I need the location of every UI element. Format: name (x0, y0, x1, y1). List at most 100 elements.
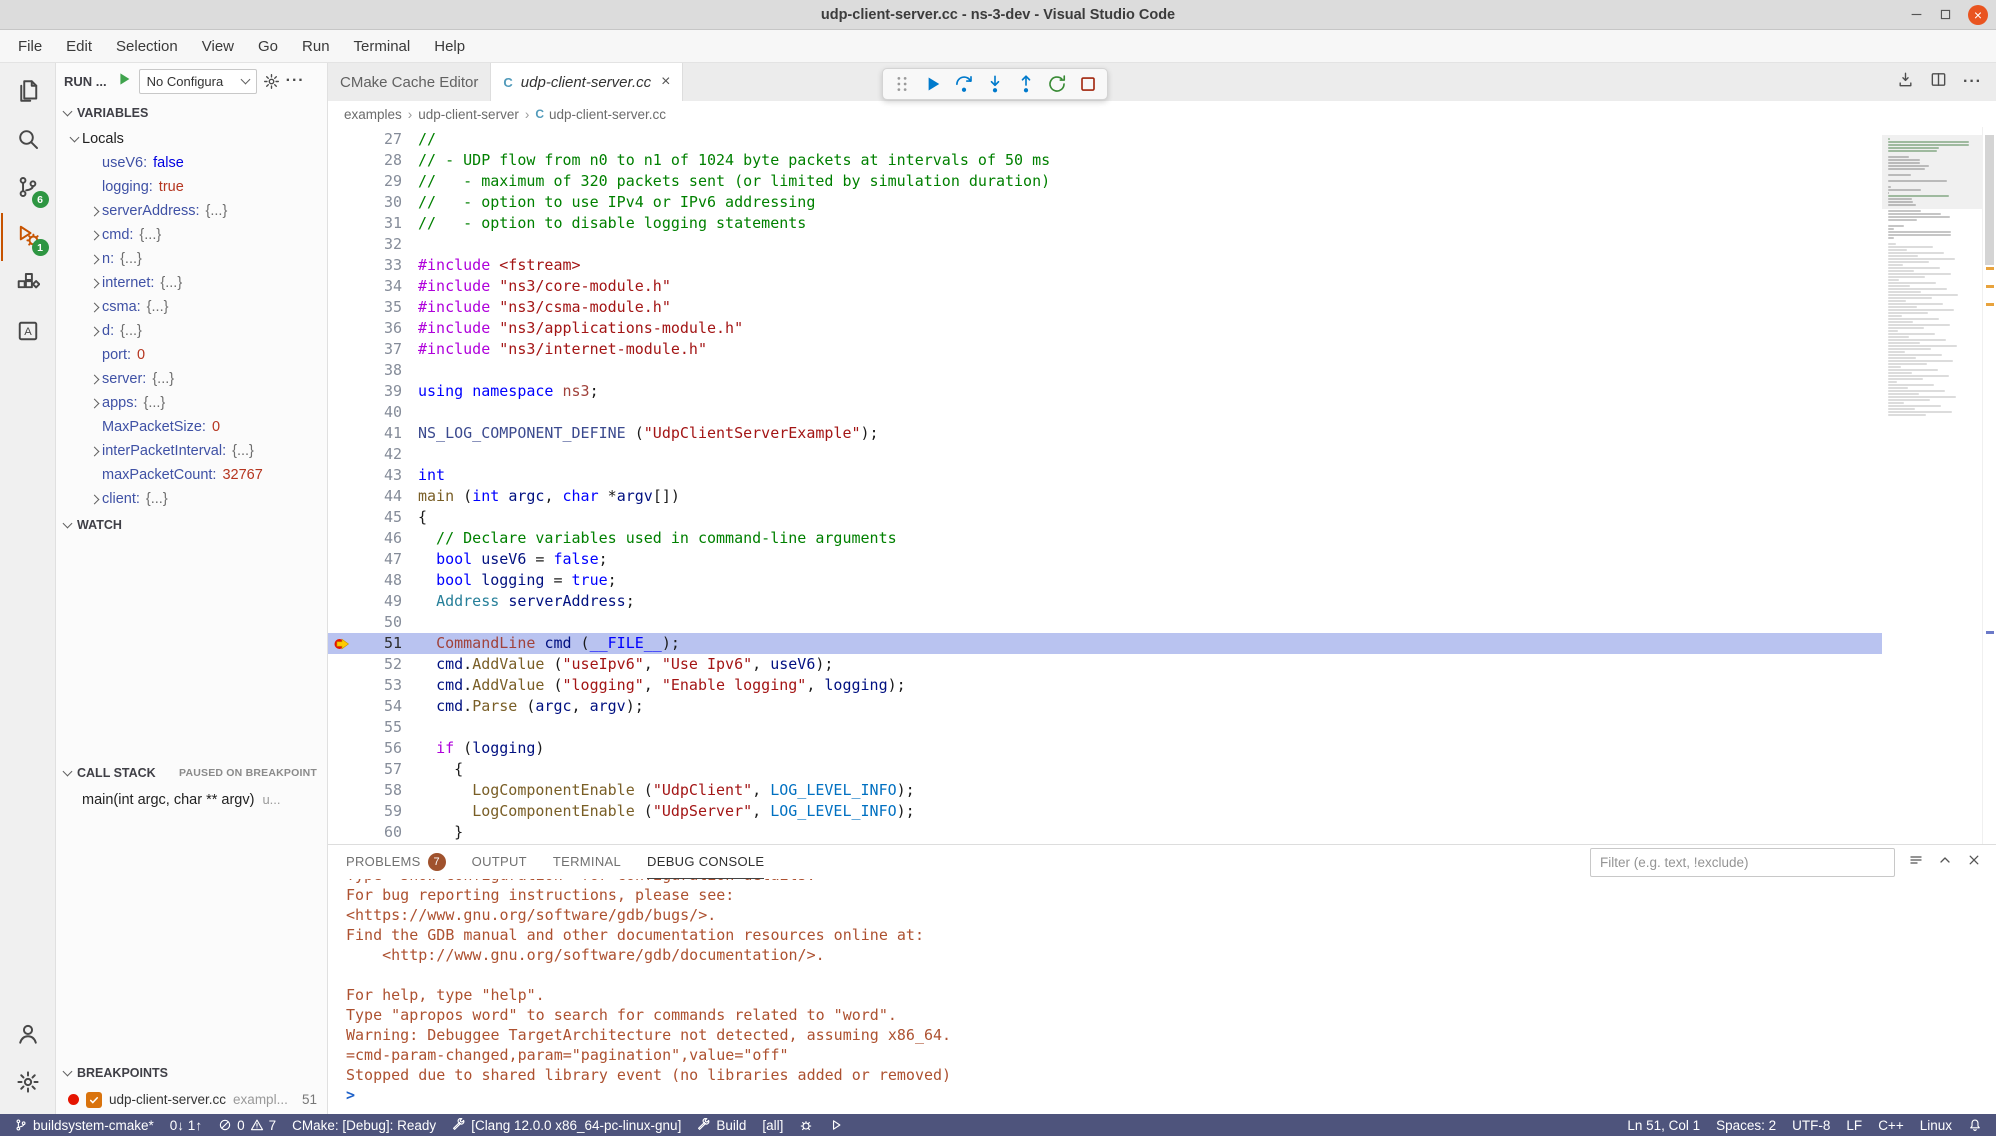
code-line[interactable]: 55 (328, 717, 1882, 738)
gutter-glyph[interactable] (328, 717, 358, 738)
notifications-bell[interactable] (1960, 1114, 1990, 1136)
line-number[interactable]: 53 (358, 675, 402, 696)
line-number[interactable]: 39 (358, 381, 402, 402)
variable-row[interactable]: serverAddress:{...} (56, 199, 327, 223)
line-number[interactable]: 46 (358, 528, 402, 549)
tab-udp-client-server-cc[interactable]: Cudp-client-server.cc× (491, 63, 683, 101)
variable-row[interactable]: cmd:{...} (56, 223, 327, 247)
twisty-right[interactable] (86, 280, 102, 287)
line-number[interactable]: 45 (358, 507, 402, 528)
gutter-glyph[interactable] (328, 402, 358, 423)
code-line[interactable]: 59 LogComponentEnable ("UdpServer", LOG_… (328, 801, 1882, 822)
code-line[interactable]: 37#include "ns3/internet-module.h" (328, 339, 1882, 360)
eol[interactable]: LF (1838, 1114, 1870, 1136)
step-out-button[interactable] (1016, 74, 1036, 94)
variable-row[interactable]: port:0 (56, 343, 327, 367)
panel-tab-debug-console[interactable]: DEBUG CONSOLE (647, 845, 764, 879)
gutter-glyph[interactable] (328, 171, 358, 192)
line-number[interactable]: 49 (358, 591, 402, 612)
variable-row[interactable]: interPacketInterval:{...} (56, 439, 327, 463)
gutter-glyph[interactable] (328, 234, 358, 255)
twisty-right[interactable] (86, 376, 102, 383)
menu-view[interactable]: View (190, 30, 246, 62)
menu-terminal[interactable]: Terminal (342, 30, 423, 62)
scrollbar-handle[interactable] (1985, 135, 1994, 265)
line-number[interactable]: 32 (358, 234, 402, 255)
menu-go[interactable]: Go (246, 30, 290, 62)
twisty-down[interactable] (66, 137, 82, 141)
gutter-glyph[interactable] (328, 255, 358, 276)
line-number[interactable]: 43 (358, 465, 402, 486)
code-line[interactable]: 60 } (328, 822, 1882, 843)
activity-search[interactable] (1, 117, 55, 165)
more-actions-icon[interactable]: ··· (1963, 73, 1982, 91)
gutter-glyph[interactable] (328, 129, 358, 150)
breadcrumb-item-udp-client-server[interactable]: udp-client-server (418, 107, 519, 122)
line-number[interactable]: 36 (358, 318, 402, 339)
cmake-status[interactable]: CMake: [Debug]: Ready (284, 1114, 444, 1136)
line-number[interactable]: 33 (358, 255, 402, 276)
activity-extensions[interactable] (1, 261, 55, 309)
activity-source-control[interactable]: 6 (1, 165, 55, 213)
line-number[interactable]: 38 (358, 360, 402, 381)
gutter-glyph[interactable] (328, 780, 358, 801)
code-lines[interactable]: 27//28// - UDP flow from n0 to n1 of 102… (328, 127, 1882, 844)
variable-row[interactable]: MaxPacketSize:0 (56, 415, 327, 439)
gutter-glyph[interactable] (328, 192, 358, 213)
gutter-glyph[interactable] (328, 465, 358, 486)
code-line[interactable]: 27// (328, 129, 1882, 150)
gutter-glyph[interactable] (328, 150, 358, 171)
twisty-right[interactable] (86, 208, 102, 215)
call-stack-header[interactable]: CALL STACK PAUSED ON BREAKPOINT (56, 759, 327, 787)
code-line[interactable]: 48 bool logging = true; (328, 570, 1882, 591)
line-number[interactable]: 27 (358, 129, 402, 150)
panel-tab-output[interactable]: OUTPUT (472, 845, 527, 879)
close-tab-icon[interactable]: × (661, 73, 670, 91)
line-number[interactable]: 44 (358, 486, 402, 507)
line-number[interactable]: 54 (358, 696, 402, 717)
breadcrumb-item-udp-client-server-cc[interactable]: Cudp-client-server.cc (535, 107, 666, 122)
download-icon[interactable] (1897, 71, 1914, 93)
start-debug-icon[interactable] (115, 70, 133, 92)
gutter-glyph[interactable] (328, 318, 358, 339)
variables-header[interactable]: VARIABLES (56, 99, 327, 127)
gutter-glyph[interactable] (328, 486, 358, 507)
line-number[interactable]: 30 (358, 192, 402, 213)
variable-row[interactable]: apps:{...} (56, 391, 327, 415)
variable-row[interactable]: useV6:false (56, 151, 327, 175)
line-number[interactable]: 51 (358, 633, 402, 654)
code-line[interactable]: 57 { (328, 759, 1882, 780)
line-number[interactable]: 37 (358, 339, 402, 360)
menu-edit[interactable]: Edit (54, 30, 104, 62)
gutter-glyph[interactable] (328, 612, 358, 633)
code-line[interactable]: 47 bool useV6 = false; (328, 549, 1882, 570)
code-line[interactable]: 34#include "ns3/core-module.h" (328, 276, 1882, 297)
code-line[interactable]: 45{ (328, 507, 1882, 528)
gutter-glyph[interactable] (328, 276, 358, 297)
more-actions-icon[interactable]: ··· (286, 72, 305, 90)
line-number[interactable]: 61 (358, 843, 402, 844)
cmake-kit[interactable]: [Clang 12.0.0 x86_64-pc-linux-gnu] (444, 1114, 689, 1136)
line-number[interactable]: 60 (358, 822, 402, 843)
twisty-right[interactable] (86, 328, 102, 335)
code-line[interactable]: 33#include <fstream> (328, 255, 1882, 276)
code-line[interactable]: 36#include "ns3/applications-module.h" (328, 318, 1882, 339)
code-line[interactable]: 40 (328, 402, 1882, 423)
git-sync[interactable]: 0↓ 1↑ (162, 1114, 210, 1136)
gutter-glyph[interactable] (328, 654, 358, 675)
debug-gear-icon[interactable] (263, 73, 280, 90)
gutter-glyph[interactable] (328, 507, 358, 528)
code-line[interactable]: 30// - option to use IPv4 or IPv6 addres… (328, 192, 1882, 213)
activity-remote[interactable]: A (1, 309, 55, 357)
line-number[interactable]: 40 (358, 402, 402, 423)
code-line[interactable]: 52 cmd.AddValue ("useIpv6", "Use Ipv6", … (328, 654, 1882, 675)
maximize-icon[interactable] (1939, 8, 1952, 21)
minimap-slider[interactable] (1882, 135, 1982, 209)
gutter-glyph[interactable] (328, 297, 358, 318)
maximize-panel-icon[interactable] (1937, 852, 1953, 873)
breakpoints-header[interactable]: BREAKPOINTS (56, 1059, 327, 1087)
variable-row[interactable]: logging:true (56, 175, 327, 199)
gutter-glyph[interactable] (328, 675, 358, 696)
menu-run[interactable]: Run (290, 30, 342, 62)
close-window-icon[interactable]: × (1968, 5, 1988, 25)
